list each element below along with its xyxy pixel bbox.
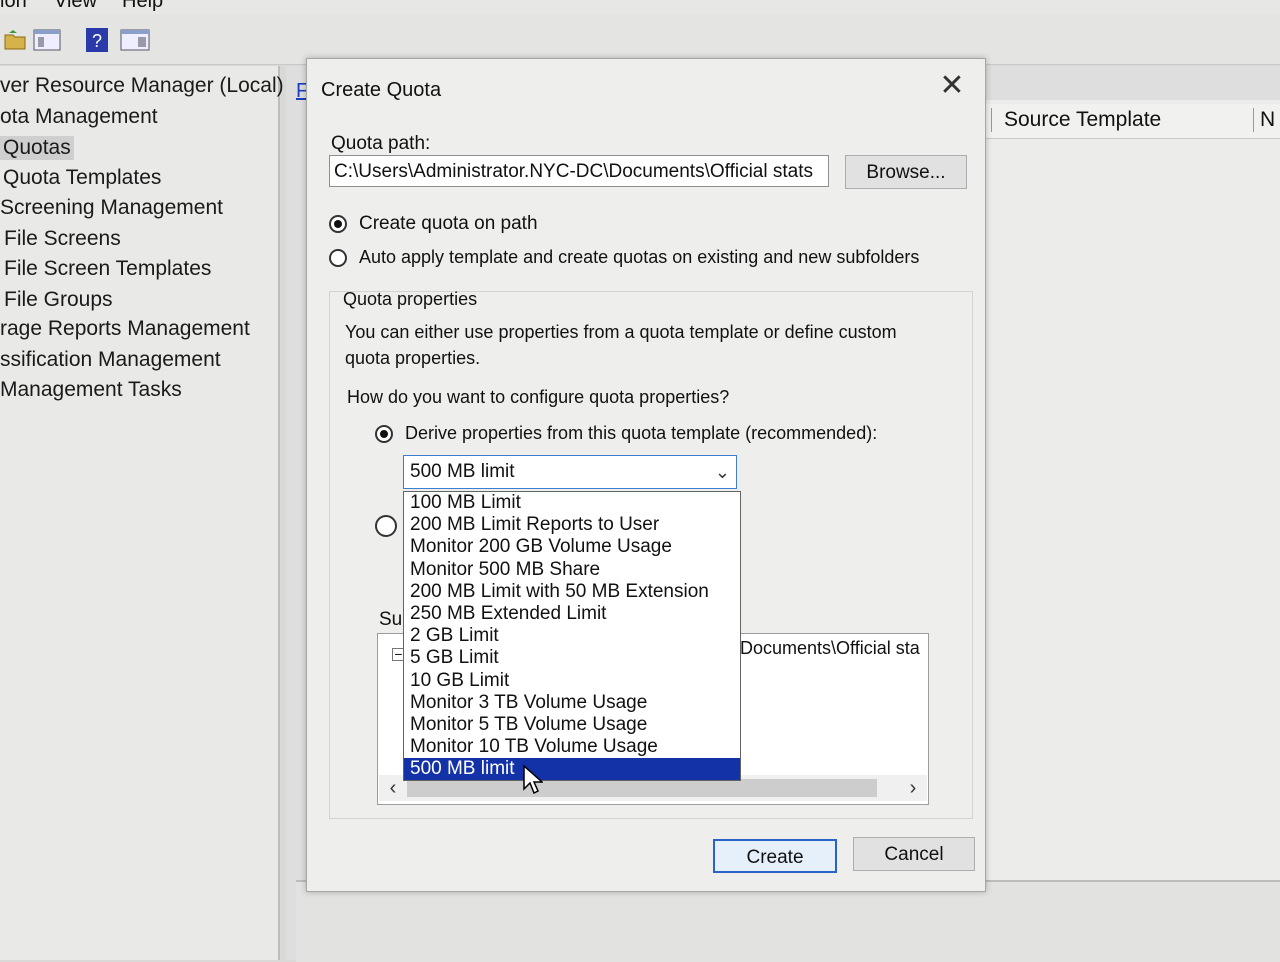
tree-item-file-screen-templates[interactable]: File Screen Templates [4,257,211,281]
results-list [985,100,1280,880]
tree-item-quota-management[interactable]: ota Management [0,105,158,129]
column-header-source-template[interactable]: Source Template N [985,104,1280,139]
tree-item-file-screens[interactable]: File Screens [4,227,121,251]
cancel-button[interactable]: Cancel [853,837,975,871]
dropdown-option[interactable]: 250 MB Extended Limit [404,603,740,625]
create-quota-on-path-radio[interactable] [329,215,347,233]
derive-from-template-label: Derive properties from this quota templa… [405,423,878,443]
create-quota-dialog: Create Quota ✕ Quota path: C:\Users\Admi… [306,58,986,892]
dropdown-option[interactable]: 100 MB Limit [404,492,740,514]
folder-up-icon[interactable] [0,26,30,54]
auto-apply-template-label: Auto apply template and create quotas on… [359,247,920,267]
tree-item-quotas[interactable]: Quotas [0,136,74,160]
dropdown-option[interactable]: Monitor 3 TB Volume Usage [404,692,740,714]
summary-path-text: Documents\Official sta [740,638,920,658]
scroll-thumb[interactable] [407,779,877,797]
quota-template-combobox[interactable]: 500 MB limit ⌄ [403,455,737,489]
browse-button[interactable]: Browse... [845,155,967,189]
derive-from-template-radio[interactable] [375,425,393,443]
scroll-left-icon[interactable]: ‹ [381,775,405,801]
define-custom-properties-radio[interactable] [375,515,397,537]
dropdown-option-selected[interactable]: 500 MB limit [404,758,740,781]
dropdown-option[interactable]: Monitor 10 TB Volume Usage [404,736,740,758]
tree-item-file-groups[interactable]: File Groups [4,288,113,312]
tree-item-server[interactable]: ver Resource Manager (Local) [0,74,284,98]
dropdown-option[interactable]: Monitor 200 GB Volume Usage [404,536,740,558]
quota-template-dropdown-list: 100 MB Limit 200 MB Limit Reports to Use… [403,491,741,781]
tree-item-screening-management[interactable]: Screening Management [0,196,223,220]
menu-bar: ion View Help [0,0,1280,14]
dropdown-option[interactable]: Monitor 5 TB Volume Usage [404,714,740,736]
mouse-cursor-icon [523,765,543,795]
dropdown-option[interactable]: 10 GB Limit [404,670,740,692]
menu-item-view[interactable]: View [54,0,97,13]
quota-path-input[interactable]: C:\Users\Administrator.NYC-DC\Documents\… [329,155,829,187]
navigation-tree: ver Resource Manager (Local) ota Managem… [0,66,284,960]
dropdown-option[interactable]: 5 GB Limit [404,647,740,669]
svg-text:?: ? [92,31,102,51]
quota-path-label: Quota path: [331,133,431,154]
menu-item-help[interactable]: Help [122,0,163,13]
dialog-title: Create Quota [321,79,442,101]
close-icon[interactable]: ✕ [935,69,969,103]
scroll-right-icon[interactable]: › [901,775,925,801]
quota-properties-description: You can either use properties from a quo… [345,322,897,368]
dropdown-option[interactable]: 2 GB Limit [404,625,740,647]
dropdown-option[interactable]: Monitor 500 MB Share [404,559,740,581]
auto-apply-template-radio[interactable] [329,249,347,267]
dropdown-option[interactable]: 200 MB Limit with 50 MB Extension [404,581,740,603]
show-hide-tree-icon[interactable] [32,26,62,54]
create-button[interactable]: Create [713,839,837,873]
tree-item-classification-management[interactable]: ssification Management [0,348,221,372]
menu-item-action[interactable]: ion [0,0,27,13]
configure-question-label: How do you want to configure quota prope… [347,387,730,407]
tree-item-quota-templates[interactable]: Quota Templates [3,166,161,190]
show-hide-action-pane-icon[interactable] [120,26,150,54]
details-pane [296,880,1280,962]
combo-selected-value: 500 MB limit [410,461,515,482]
quota-properties-label: Quota properties [343,289,478,309]
help-icon[interactable]: ? [82,26,112,54]
create-quota-on-path-label: Create quota on path [359,213,538,234]
tree-item-storage-reports[interactable]: rage Reports Management [0,317,250,341]
chevron-down-icon[interactable]: ⌄ [715,456,730,488]
tree-item-management-tasks[interactable]: Management Tasks [0,378,182,402]
column-header-next[interactable]: N [1253,108,1275,132]
dropdown-option[interactable]: 200 MB Limit Reports to User [404,514,740,536]
